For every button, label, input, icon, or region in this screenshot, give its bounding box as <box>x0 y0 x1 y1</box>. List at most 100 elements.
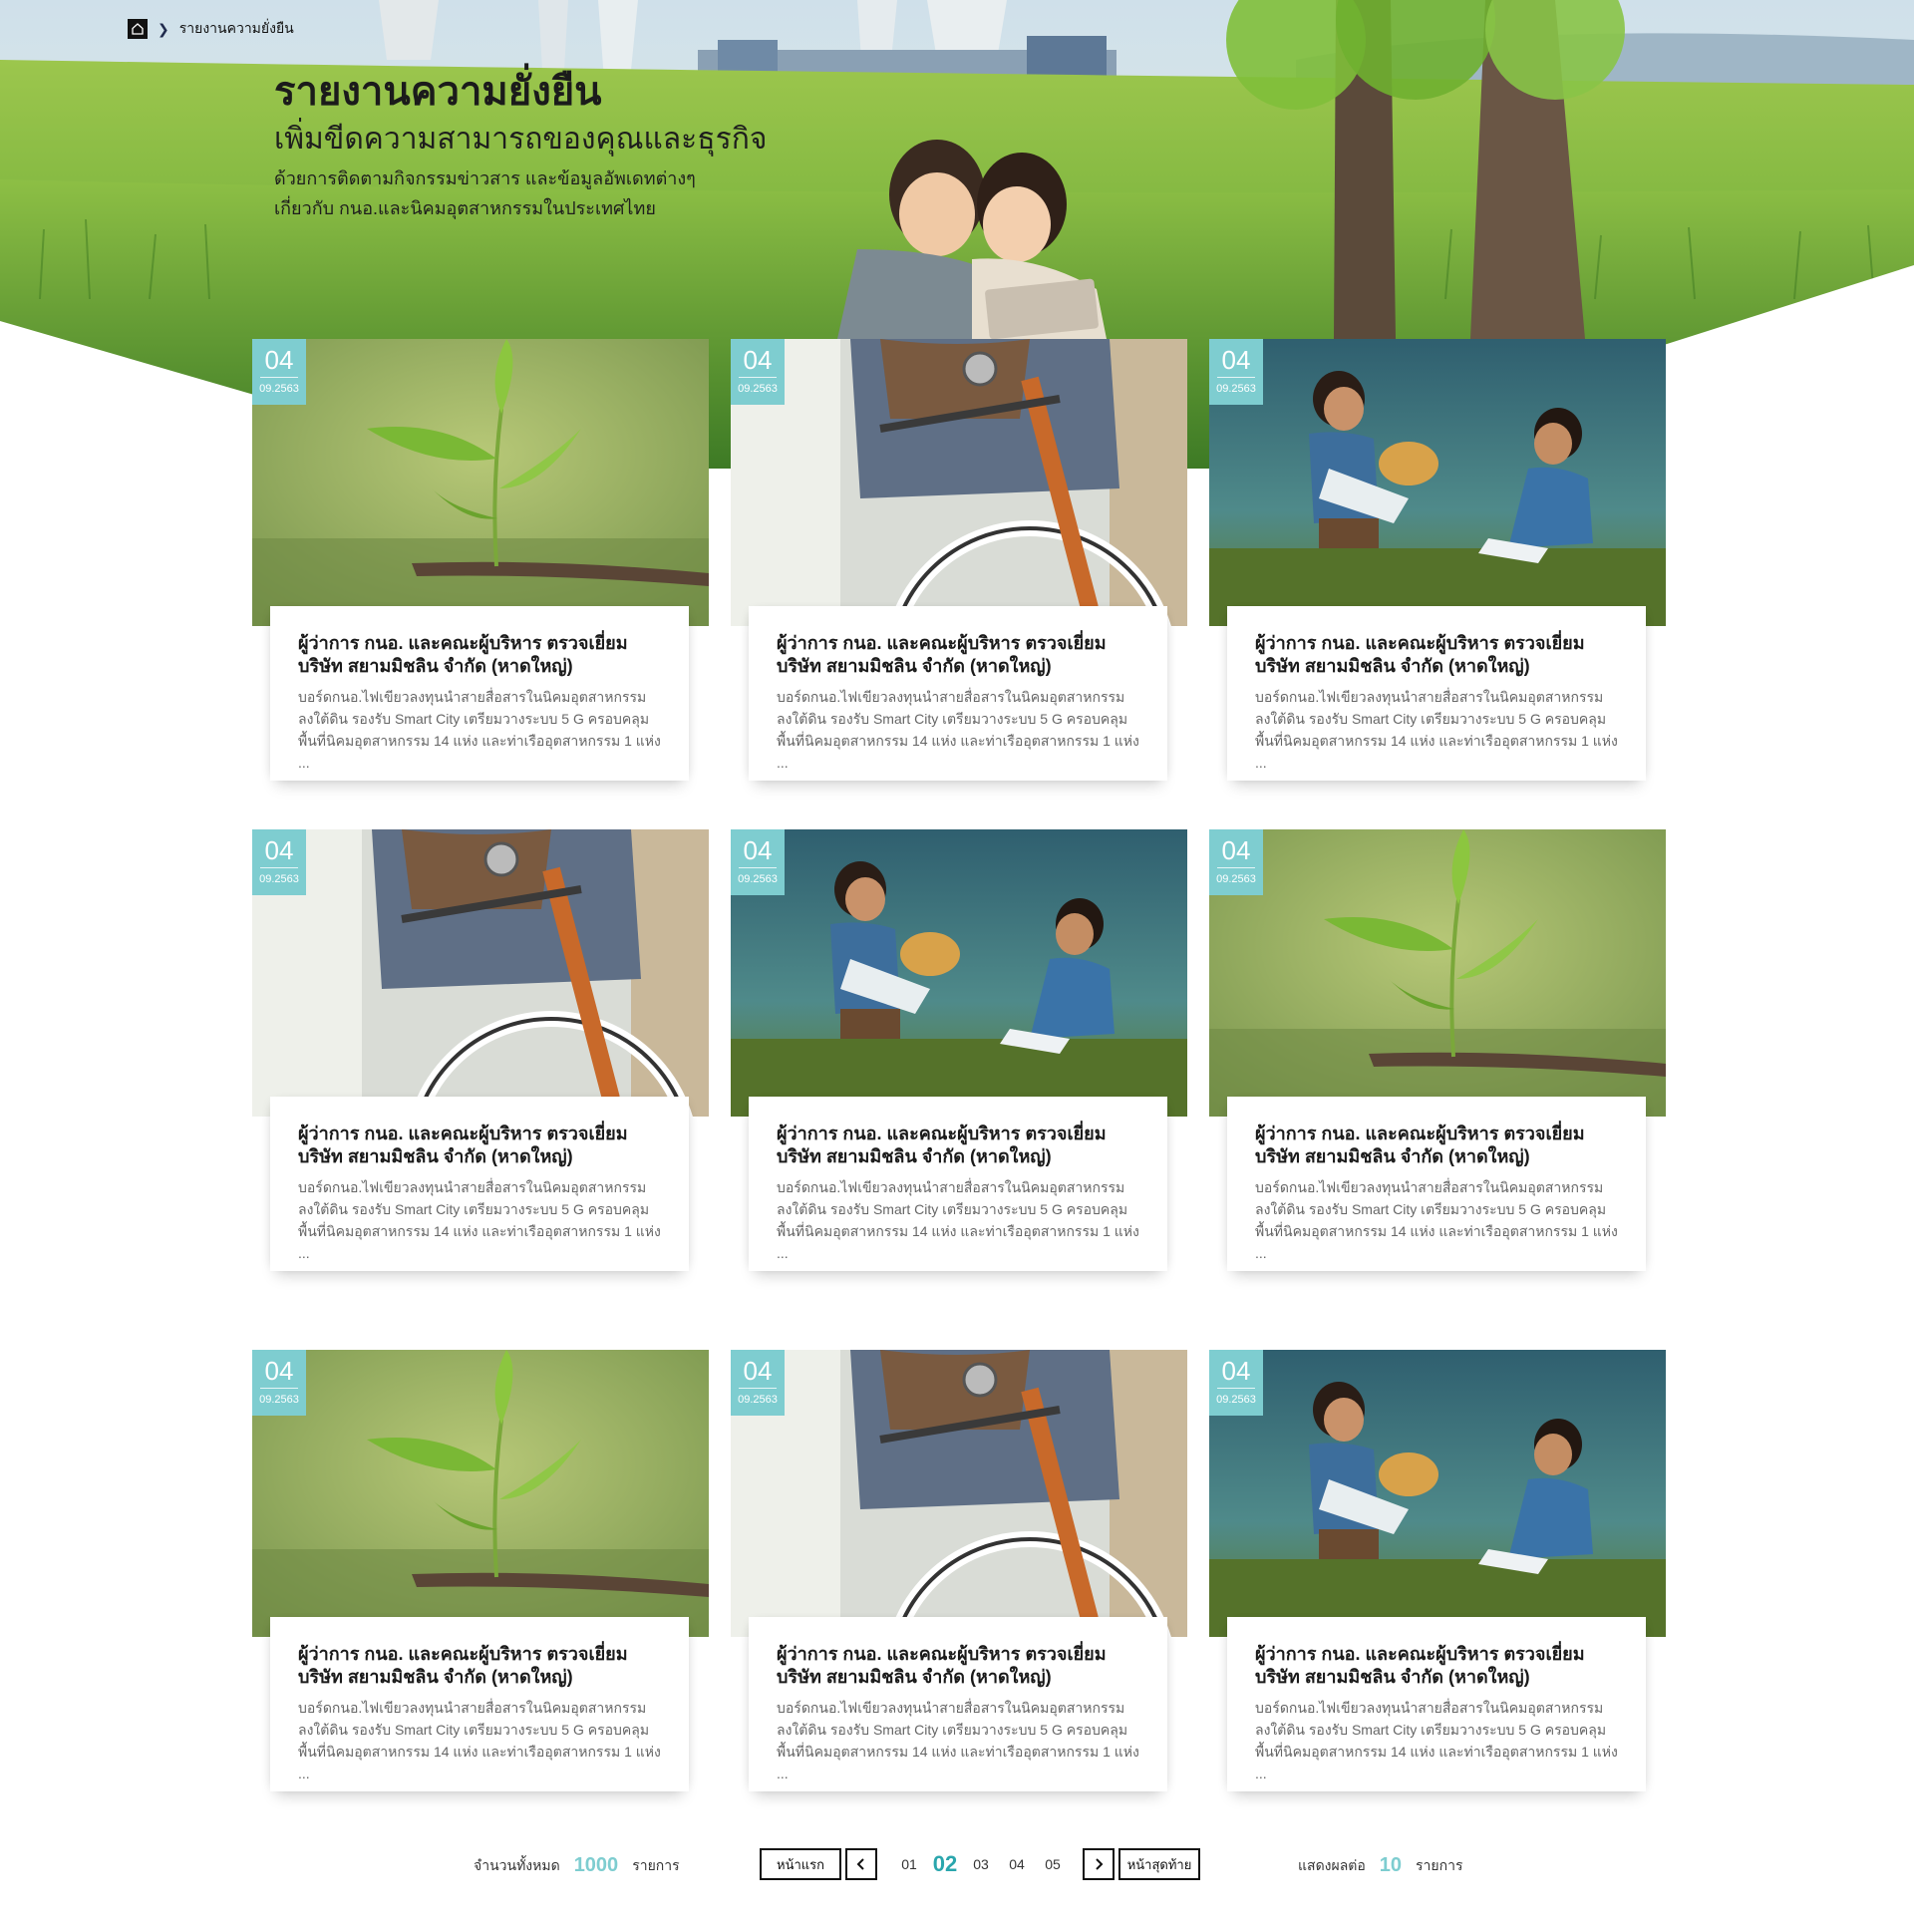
news-card[interactable]: 04 09.2563 ผู้ว่าการ กนอ. และคณะผู้บริหา… <box>731 339 1187 798</box>
news-card-excerpt: บอร์ดกนอ.ไฟเขียวลงทุนนำสายสื่อสารในนิคมอ… <box>1255 1179 1618 1261</box>
date-day: 04 <box>1221 345 1251 375</box>
page-numbers: 01 02 03 04 05 <box>891 1851 1071 1877</box>
news-card[interactable]: 04 09.2563 ผู้ว่าการ กนอ. และคณะผู้บริหา… <box>1209 339 1666 798</box>
per-page: แสดงผลต่อ 10 รายการ <box>1298 1854 1462 1877</box>
date-month-year: 09.2563 <box>259 383 299 395</box>
chevron-right-icon: ❯ <box>158 20 169 37</box>
date-month-year: 09.2563 <box>738 383 778 395</box>
news-card-excerpt: บอร์ดกนอ.ไฟเขียวลงทุนนำสายสื่อสารในนิคมอ… <box>298 1700 661 1781</box>
date-month-year: 09.2563 <box>1216 873 1256 885</box>
news-card-title[interactable]: ผู้ว่าการ กนอ. และคณะผู้บริหาร ตรวจเยี่ย… <box>777 632 1139 678</box>
news-card-body: ผู้ว่าการ กนอ. และคณะผู้บริหาร ตรวจเยี่ย… <box>270 606 689 781</box>
date-month-year: 09.2563 <box>259 873 299 885</box>
news-card-title[interactable]: ผู้ว่าการ กนอ. และคณะผู้บริหาร ตรวจเยี่ย… <box>1255 1123 1618 1168</box>
news-card-image[interactable] <box>1209 829 1666 1117</box>
hero-text: รายงานความยั่งยืน เพิ่มขีดความสามารถของค… <box>274 68 767 223</box>
page-number[interactable]: 03 <box>963 1856 999 1872</box>
news-card-image[interactable] <box>731 1350 1187 1637</box>
news-card[interactable]: 04 09.2563 ผู้ว่าการ กนอ. และคณะผู้บริหา… <box>1209 829 1666 1288</box>
date-day: 04 <box>743 1356 773 1386</box>
news-card[interactable]: 04 09.2563 ผู้ว่าการ กนอ. และคณะผู้บริหา… <box>731 829 1187 1288</box>
news-card[interactable]: 04 09.2563 ผู้ว่าการ กนอ. และคณะผู้บริหา… <box>252 829 709 1288</box>
date-badge: 04 09.2563 <box>252 1350 306 1416</box>
page-number[interactable]: 04 <box>999 1856 1035 1872</box>
total-count: จำนวนทั้งหมด 1000 รายการ <box>474 1854 680 1877</box>
news-card-title[interactable]: ผู้ว่าการ กนอ. และคณะผู้บริหาร ตรวจเยี่ย… <box>777 1123 1139 1168</box>
news-card-title[interactable]: ผู้ว่าการ กนอ. และคณะผู้บริหาร ตรวจเยี่ย… <box>1255 1643 1618 1689</box>
date-month-year: 09.2563 <box>738 873 778 885</box>
breadcrumb-current: รายงานความยั่งยืน <box>178 20 294 36</box>
date-badge: 04 09.2563 <box>731 339 785 405</box>
news-card-image[interactable] <box>252 1350 709 1637</box>
page-title: รายงานความยั่งยืน <box>274 70 602 114</box>
next-page-button[interactable] <box>1083 1848 1115 1880</box>
news-card-body: ผู้ว่าการ กนอ. และคณะผู้บริหาร ตรวจเยี่ย… <box>1227 1617 1646 1791</box>
pagination: หน้าแรก 01 02 03 04 05 หน้าสุดท้าย <box>760 1848 1200 1880</box>
first-page-button[interactable]: หน้าแรก <box>760 1848 841 1880</box>
per-page-label: แสดงผลต่อ <box>1298 1856 1366 1873</box>
news-card-title[interactable]: ผู้ว่าการ กนอ. และคณะผู้บริหาร ตรวจเยี่ย… <box>298 632 661 678</box>
news-card[interactable]: 04 09.2563 ผู้ว่าการ กนอ. และคณะผู้บริหา… <box>252 1350 709 1808</box>
date-badge: 04 09.2563 <box>252 829 306 895</box>
total-number: 1000 <box>573 1854 619 1876</box>
total-unit: รายการ <box>632 1856 680 1873</box>
news-card[interactable]: 04 09.2563 ผู้ว่าการ กนอ. และคณะผู้บริหา… <box>731 1350 1187 1808</box>
page-number[interactable]: 05 <box>1035 1856 1071 1872</box>
per-page-unit: รายการ <box>1416 1856 1463 1873</box>
news-card-excerpt: บอร์ดกนอ.ไฟเขียวลงทุนนำสายสื่อสารในนิคมอ… <box>1255 1700 1618 1781</box>
date-badge: 04 09.2563 <box>731 1350 785 1416</box>
news-card-body: ผู้ว่าการ กนอ. และคณะผู้บริหาร ตรวจเยี่ย… <box>1227 1097 1646 1271</box>
date-badge: 04 09.2563 <box>252 339 306 405</box>
date-day: 04 <box>1221 1356 1251 1386</box>
date-badge: 04 09.2563 <box>731 829 785 895</box>
date-day: 04 <box>1221 835 1251 865</box>
chevron-right-icon <box>1096 1858 1104 1870</box>
date-badge: 04 09.2563 <box>1209 339 1263 405</box>
date-badge: 04 09.2563 <box>1209 829 1263 895</box>
news-card-excerpt: บอร์ดกนอ.ไฟเขียวลงทุนนำสายสื่อสารในนิคมอ… <box>1255 689 1618 771</box>
news-card-excerpt: บอร์ดกนอ.ไฟเขียวลงทุนนำสายสื่อสารในนิคมอ… <box>777 1700 1139 1781</box>
last-page-button[interactable]: หน้าสุดท้าย <box>1118 1848 1200 1880</box>
news-card-title[interactable]: ผู้ว่าการ กนอ. และคณะผู้บริหาร ตรวจเยี่ย… <box>777 1643 1139 1689</box>
date-month-year: 09.2563 <box>1216 1394 1256 1406</box>
page-number-current[interactable]: 02 <box>927 1851 963 1877</box>
news-card-image[interactable] <box>731 339 1187 626</box>
news-card-title[interactable]: ผู้ว่าการ กนอ. และคณะผู้บริหาร ตรวจเยี่ย… <box>298 1643 661 1689</box>
news-card[interactable]: 04 09.2563 ผู้ว่าการ กนอ. และคณะผู้บริหา… <box>1209 1350 1666 1808</box>
news-card-excerpt: บอร์ดกนอ.ไฟเขียวลงทุนนำสายสื่อสารในนิคมอ… <box>777 689 1139 771</box>
date-day: 04 <box>743 835 773 865</box>
news-card-body: ผู้ว่าการ กนอ. และคณะผู้บริหาร ตรวจเยี่ย… <box>749 1617 1167 1791</box>
per-page-number[interactable]: 10 <box>1380 1854 1402 1877</box>
date-day: 04 <box>264 835 294 865</box>
page-number[interactable]: 01 <box>891 1856 927 1872</box>
news-card-title[interactable]: ผู้ว่าการ กนอ. และคณะผู้บริหาร ตรวจเยี่ย… <box>1255 632 1618 678</box>
news-card-body: ผู้ว่าการ กนอ. และคณะผู้บริหาร ตรวจเยี่ย… <box>749 1097 1167 1271</box>
news-card-body: ผู้ว่าการ กนอ. และคณะผู้บริหาร ตรวจเยี่ย… <box>749 606 1167 781</box>
news-card[interactable]: 04 09.2563 ผู้ว่าการ กนอ. และคณะผู้บริหา… <box>252 339 709 798</box>
news-card-body: ผู้ว่าการ กนอ. และคณะผู้บริหาร ตรวจเยี่ย… <box>1227 606 1646 781</box>
date-badge: 04 09.2563 <box>1209 1350 1263 1416</box>
news-card-image[interactable] <box>252 339 709 626</box>
pagination-bar: จำนวนทั้งหมด 1000 รายการ หน้าแรก 01 02 03 0… <box>0 1844 1914 1888</box>
news-card-title[interactable]: ผู้ว่าการ กนอ. และคณะผู้บริหาร ตรวจเยี่ย… <box>298 1123 661 1168</box>
prev-page-button[interactable] <box>845 1848 877 1880</box>
news-card-excerpt: บอร์ดกนอ.ไฟเขียวลงทุนนำสายสื่อสารในนิคมอ… <box>298 689 661 771</box>
home-icon[interactable] <box>128 19 148 39</box>
date-month-year: 09.2563 <box>738 1394 778 1406</box>
chevron-left-icon <box>856 1858 864 1870</box>
page-description: ด้วยการติดตามกิจกรรมข่าวสาร และข้อมูลอัพ… <box>274 168 696 218</box>
date-month-year: 09.2563 <box>1216 383 1256 395</box>
news-card-image[interactable] <box>1209 339 1666 626</box>
news-card-image[interactable] <box>731 829 1187 1117</box>
total-label: จำนวนทั้งหมด <box>474 1856 560 1873</box>
news-card-image[interactable] <box>1209 1350 1666 1637</box>
news-card-excerpt: บอร์ดกนอ.ไฟเขียวลงทุนนำสายสื่อสารในนิคมอ… <box>777 1179 1139 1261</box>
page-subtitle: เพิ่มขีดความสามารถของคุณและธุรกิจ <box>274 123 768 156</box>
news-card-excerpt: บอร์ดกนอ.ไฟเขียวลงทุนนำสายสื่อสารในนิคมอ… <box>298 1179 661 1261</box>
news-card-body: ผู้ว่าการ กนอ. และคณะผู้บริหาร ตรวจเยี่ย… <box>270 1097 689 1271</box>
news-card-body: ผู้ว่าการ กนอ. และคณะผู้บริหาร ตรวจเยี่ย… <box>270 1617 689 1791</box>
breadcrumb: ❯ รายงานความยั่งยืน <box>128 18 294 40</box>
date-month-year: 09.2563 <box>259 1394 299 1406</box>
date-day: 04 <box>264 1356 294 1386</box>
news-card-image[interactable] <box>252 829 709 1117</box>
